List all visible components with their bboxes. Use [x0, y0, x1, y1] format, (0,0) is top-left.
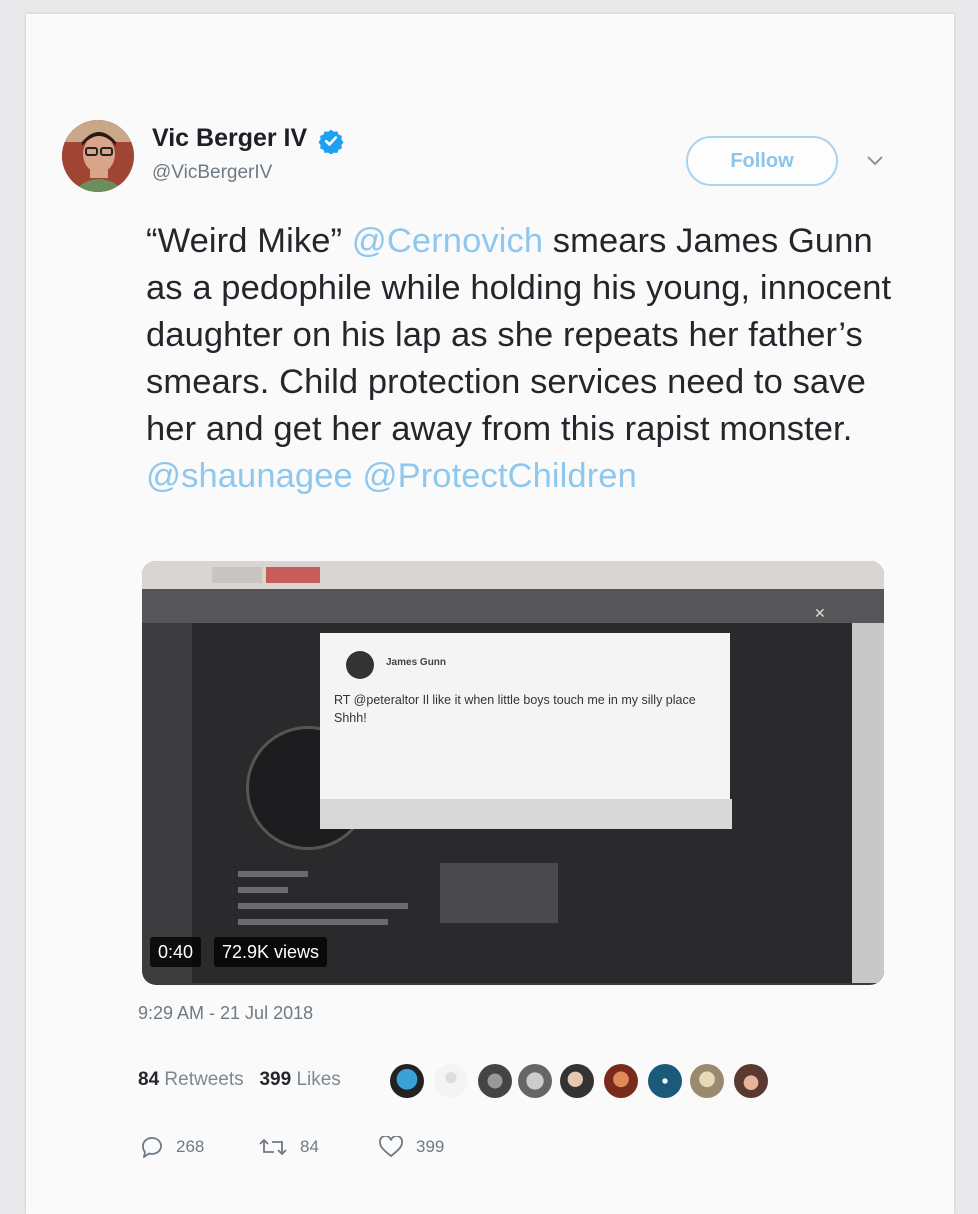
video-side-strip — [852, 623, 884, 983]
liker-avatar[interactable] — [648, 1064, 682, 1098]
author-name[interactable]: Vic Berger IV — [152, 124, 307, 153]
tweet-timestamp[interactable]: 9:29 AM - 21 Jul 2018 — [138, 1003, 313, 1024]
retweet-icon — [259, 1138, 287, 1156]
follow-button[interactable]: Follow — [686, 136, 838, 186]
mention-link[interactable]: @shaunagee — [146, 457, 353, 495]
verified-badge-icon — [318, 129, 344, 154]
video-profile-sidebar — [440, 863, 558, 923]
retweets-label[interactable]: Retweets — [164, 1069, 243, 1090]
avatar-photo — [62, 120, 134, 192]
chevron-down-icon[interactable] — [866, 154, 884, 168]
liker-avatars — [390, 1064, 780, 1102]
video-browser-tab — [266, 567, 320, 583]
mention-link[interactable]: @ProtectChildren — [362, 457, 636, 495]
liker-avatar[interactable] — [690, 1064, 724, 1098]
video-views-badge: 72.9K views — [214, 937, 328, 967]
liker-avatar[interactable] — [434, 1064, 468, 1098]
liker-avatar[interactable] — [560, 1064, 594, 1098]
video-twitter-bar — [142, 589, 884, 623]
heart-icon — [379, 1136, 403, 1158]
retweet-button[interactable]: 84 — [258, 1136, 319, 1158]
video-browser-bar — [142, 561, 884, 589]
video-embedded-footer — [320, 799, 732, 829]
mention-link[interactable]: @Cernovich — [352, 222, 543, 260]
reply-count: 268 — [176, 1137, 205, 1156]
liker-avatar[interactable] — [390, 1064, 424, 1098]
likes-count[interactable]: 399 — [259, 1069, 291, 1090]
retweet-count: 84 — [300, 1137, 319, 1156]
liker-avatar[interactable] — [518, 1064, 552, 1098]
video-browser-tab — [212, 567, 262, 583]
reply-button[interactable]: 268 — [140, 1136, 204, 1158]
liker-avatar[interactable] — [478, 1064, 512, 1098]
tweet-text: “Weird Mike” @Cernovich smears James Gun… — [146, 218, 916, 500]
video-duration-badge: 0:40 — [150, 937, 202, 967]
video-close-icon: ✕ — [814, 605, 826, 621]
author-handle[interactable]: @VicBergerIV — [152, 162, 272, 184]
video-player[interactable]: ✕ James Gunn RT @peteraltor Il like it w… — [142, 561, 884, 985]
video-profile-info — [238, 861, 438, 941]
video-embedded-avatar — [346, 651, 374, 679]
tweet-text-part: “Weird Mike” — [146, 222, 352, 260]
tweet-actions: 268 84 399 — [140, 1136, 520, 1166]
video-embedded-text: RT @peteraltor Il like it when little bo… — [334, 693, 696, 725]
retweets-count[interactable]: 84 — [138, 1069, 159, 1090]
like-count: 399 — [416, 1137, 445, 1156]
video-embedded-tweet: James Gunn RT @peteraltor Il like it whe… — [320, 633, 730, 799]
like-button[interactable]: 399 — [378, 1136, 444, 1158]
author-avatar[interactable] — [62, 120, 134, 192]
liker-avatar[interactable] — [734, 1064, 768, 1098]
likes-label[interactable]: Likes — [296, 1069, 340, 1090]
liker-avatar[interactable] — [604, 1064, 638, 1098]
tweet-stats: 84 Retweets 399 Likes — [138, 1069, 341, 1091]
video-embedded-name: James Gunn — [386, 657, 447, 668]
reply-icon — [142, 1137, 162, 1158]
